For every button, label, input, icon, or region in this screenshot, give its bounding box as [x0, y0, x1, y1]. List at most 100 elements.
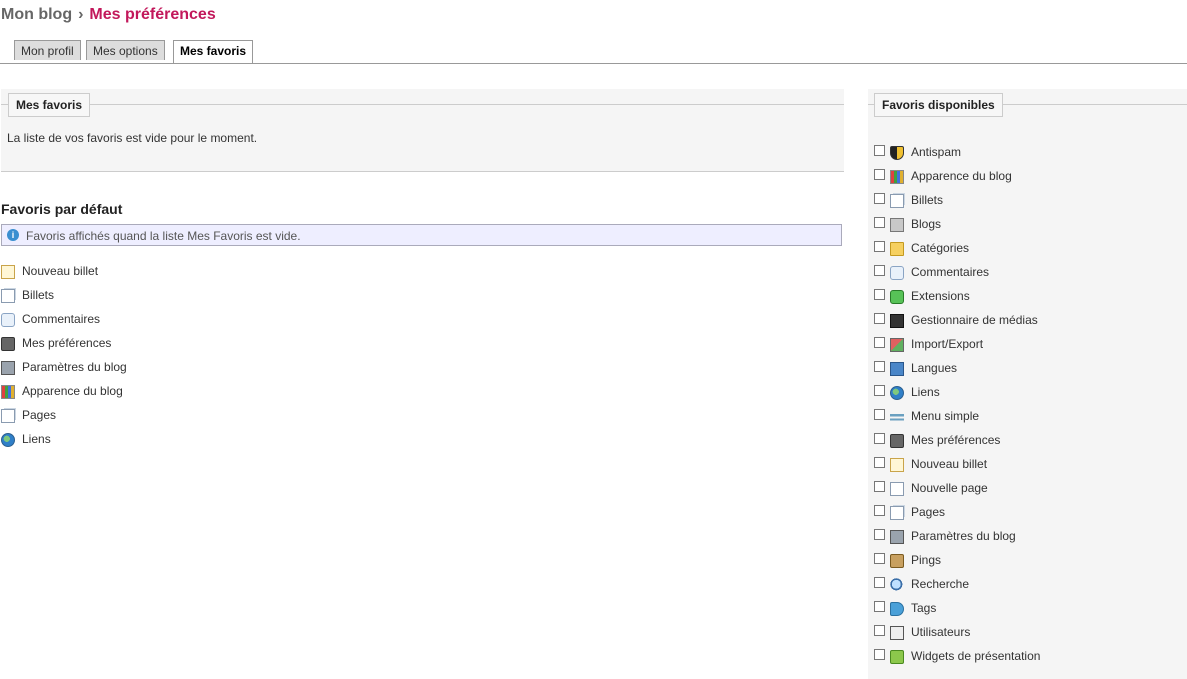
blog-settings-icon: [890, 530, 904, 544]
favorite-checkbox[interactable]: [874, 193, 885, 204]
item-label[interactable]: Commentaires: [911, 264, 989, 280]
tags-icon: [890, 602, 904, 616]
item-label[interactable]: Liens: [911, 384, 940, 400]
item-label[interactable]: Nouveau billet: [911, 456, 987, 472]
item-label[interactable]: Pages: [911, 504, 945, 520]
pages-icon: [1, 409, 15, 423]
categories-icon: [890, 242, 904, 256]
item-label[interactable]: Widgets de présentation: [911, 648, 1040, 664]
languages-icon: [890, 362, 904, 376]
comments-icon: [890, 266, 904, 280]
favorite-checkbox[interactable]: [874, 385, 885, 396]
breadcrumb-root[interactable]: Mon blog: [1, 6, 72, 23]
tab-my-favorites[interactable]: Mes favoris: [173, 40, 254, 63]
favorite-checkbox[interactable]: [874, 145, 885, 156]
my-favorites-fieldset: Mes favoris La liste de vos favoris est …: [1, 89, 844, 172]
favorite-checkbox[interactable]: [874, 289, 885, 300]
favorite-checkbox[interactable]: [874, 553, 885, 564]
blog-theme-icon: [1, 385, 15, 399]
page-title: Mon blog › Mes préférences: [1, 6, 216, 24]
default-favorites-list: Nouveau billet Billets Commentaires Mes …: [1, 263, 127, 455]
preferences-icon: [1, 337, 15, 351]
item-label: Pages: [22, 408, 57, 422]
default-favorites-title: Favoris par défaut: [1, 201, 123, 217]
item-label[interactable]: Catégories: [911, 240, 969, 256]
info-icon: i: [7, 229, 19, 241]
favorite-checkbox[interactable]: [874, 409, 885, 420]
pings-icon: [890, 554, 904, 568]
import-export-icon: [890, 338, 904, 352]
list-item: Nouveau billet: [1, 263, 127, 287]
search-icon: [890, 578, 904, 592]
favorite-checkbox[interactable]: [874, 625, 885, 636]
item-label[interactable]: Utilisateurs: [911, 624, 970, 640]
item-label[interactable]: Nouvelle page: [911, 480, 988, 496]
new-post-icon: [1, 265, 15, 279]
plugins-icon: [890, 290, 904, 304]
empty-favorites-message: La liste de vos favoris est vide pour le…: [7, 131, 258, 145]
my-favorites-legend: Mes favoris: [8, 93, 91, 117]
item-label[interactable]: Menu simple: [911, 408, 979, 424]
item-label[interactable]: Langues: [911, 360, 957, 376]
item-label: Commentaires: [22, 312, 101, 326]
list-item: Commentaires: [1, 311, 127, 335]
fieldset-border: [1, 104, 844, 105]
new-page-icon: [890, 482, 904, 496]
item-label: Liens: [22, 432, 51, 446]
breadcrumb-current: Mes préférences: [89, 6, 216, 23]
tab-my-profile[interactable]: Mon profil: [14, 40, 81, 60]
breadcrumb-separator: ›: [78, 6, 84, 23]
item-label[interactable]: Paramètres du blog: [911, 528, 1016, 544]
available-favorites-fieldset: Favoris disponibles Antispam Apparence d…: [868, 89, 1187, 679]
item-label[interactable]: Extensions: [911, 288, 970, 304]
blog-theme-icon: [890, 170, 904, 184]
favorite-checkbox[interactable]: [874, 217, 885, 228]
new-post-icon: [890, 458, 904, 472]
favorite-checkbox[interactable]: [874, 361, 885, 372]
blog-settings-icon: [1, 361, 15, 375]
favorite-checkbox[interactable]: [874, 505, 885, 516]
comments-icon: [1, 313, 15, 327]
preferences-icon: [890, 434, 904, 448]
favorite-checkbox[interactable]: [874, 241, 885, 252]
favorite-checkbox[interactable]: [874, 337, 885, 348]
favorite-checkbox[interactable]: [874, 529, 885, 540]
favorite-checkbox[interactable]: [874, 649, 885, 660]
tab-bar: Mon profil Mes options Mes favoris: [0, 40, 1187, 64]
blogs-icon: [890, 218, 904, 232]
favorite-checkbox[interactable]: [874, 457, 885, 468]
item-label[interactable]: Mes préférences: [911, 432, 1000, 448]
favorite-checkbox[interactable]: [874, 481, 885, 492]
item-label[interactable]: Import/Export: [911, 336, 983, 352]
favorite-checkbox[interactable]: [874, 265, 885, 276]
antispam-icon: [890, 146, 904, 160]
media-icon: [890, 314, 904, 328]
list-item: Apparence du blog: [1, 383, 127, 407]
item-label[interactable]: Billets: [911, 192, 943, 208]
info-text: Favoris affichés quand la liste Mes Favo…: [26, 229, 301, 243]
item-label: Billets: [22, 288, 55, 302]
list-item: Pages: [1, 407, 127, 431]
links-icon: [1, 433, 15, 447]
favorite-checkbox[interactable]: [874, 169, 885, 180]
favorite-checkbox[interactable]: [874, 313, 885, 324]
item-label[interactable]: Pings: [911, 552, 941, 568]
favorite-checkbox[interactable]: [874, 601, 885, 612]
item-label[interactable]: Tags: [911, 600, 936, 616]
list-item: Liens: [1, 431, 127, 455]
favorite-checkbox[interactable]: [874, 577, 885, 588]
widgets-icon: [890, 650, 904, 664]
tab-my-options[interactable]: Mes options: [86, 40, 165, 60]
posts-icon: [890, 194, 904, 208]
item-label[interactable]: Gestionnaire de médias: [911, 312, 1038, 328]
favorite-checkbox[interactable]: [874, 433, 885, 444]
item-label[interactable]: Apparence du blog: [911, 168, 1012, 184]
pages-icon: [890, 506, 904, 520]
item-label: Nouveau billet: [22, 264, 99, 278]
item-label[interactable]: Antispam: [911, 144, 961, 160]
users-icon: [890, 626, 904, 640]
item-label: Mes préférences: [22, 336, 112, 350]
list-item: Paramètres du blog: [1, 359, 127, 383]
item-label[interactable]: Recherche: [911, 576, 969, 592]
item-label[interactable]: Blogs: [911, 216, 941, 232]
